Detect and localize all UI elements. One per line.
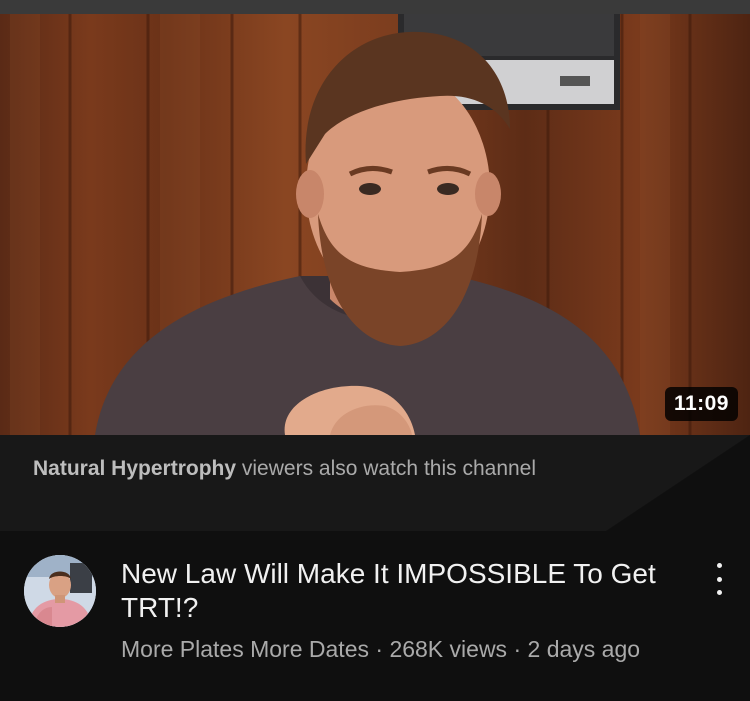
video-thumbnail[interactable]: 11:09	[0, 14, 750, 435]
more-dot	[716, 576, 722, 582]
recommendation-reason-bar: Natural Hypertrophy viewers also watch t…	[0, 435, 750, 531]
video-metadata: More Plates More Dates · 268K views · 2 …	[121, 634, 691, 665]
reason-rest-text: viewers also watch this channel	[236, 457, 537, 480]
reason-corner-cutout	[606, 435, 750, 531]
video-channel-name[interactable]: More Plates More Dates	[121, 636, 369, 662]
thumbnail-image	[10, 14, 692, 435]
video-upload-age: 2 days ago	[527, 636, 641, 662]
more-vert-icon[interactable]	[708, 559, 730, 599]
more-dot	[716, 563, 722, 568]
video-view-count: 268K views	[389, 636, 508, 662]
channel-avatar[interactable]	[24, 555, 96, 627]
reason-channel-name: Natural Hypertrophy	[33, 457, 237, 480]
recommendation-reason-text: Natural Hypertrophy viewers also watch t…	[33, 455, 593, 483]
meta-separator: ·	[368, 636, 390, 662]
top-divider	[0, 0, 750, 14]
meta-separator: ·	[507, 636, 528, 662]
more-dot	[716, 590, 722, 595]
video-info-row[interactable]: New Law Will Make It IMPOSSIBLE To Get T…	[0, 531, 750, 701]
youtube-feed-item: 11:09 Natural Hypertrophy viewers also w…	[0, 0, 750, 701]
video-title[interactable]: New Law Will Make It IMPOSSIBLE To Get T…	[121, 557, 681, 625]
avatar-image	[24, 555, 96, 627]
duration-badge: 11:09	[664, 387, 738, 421]
